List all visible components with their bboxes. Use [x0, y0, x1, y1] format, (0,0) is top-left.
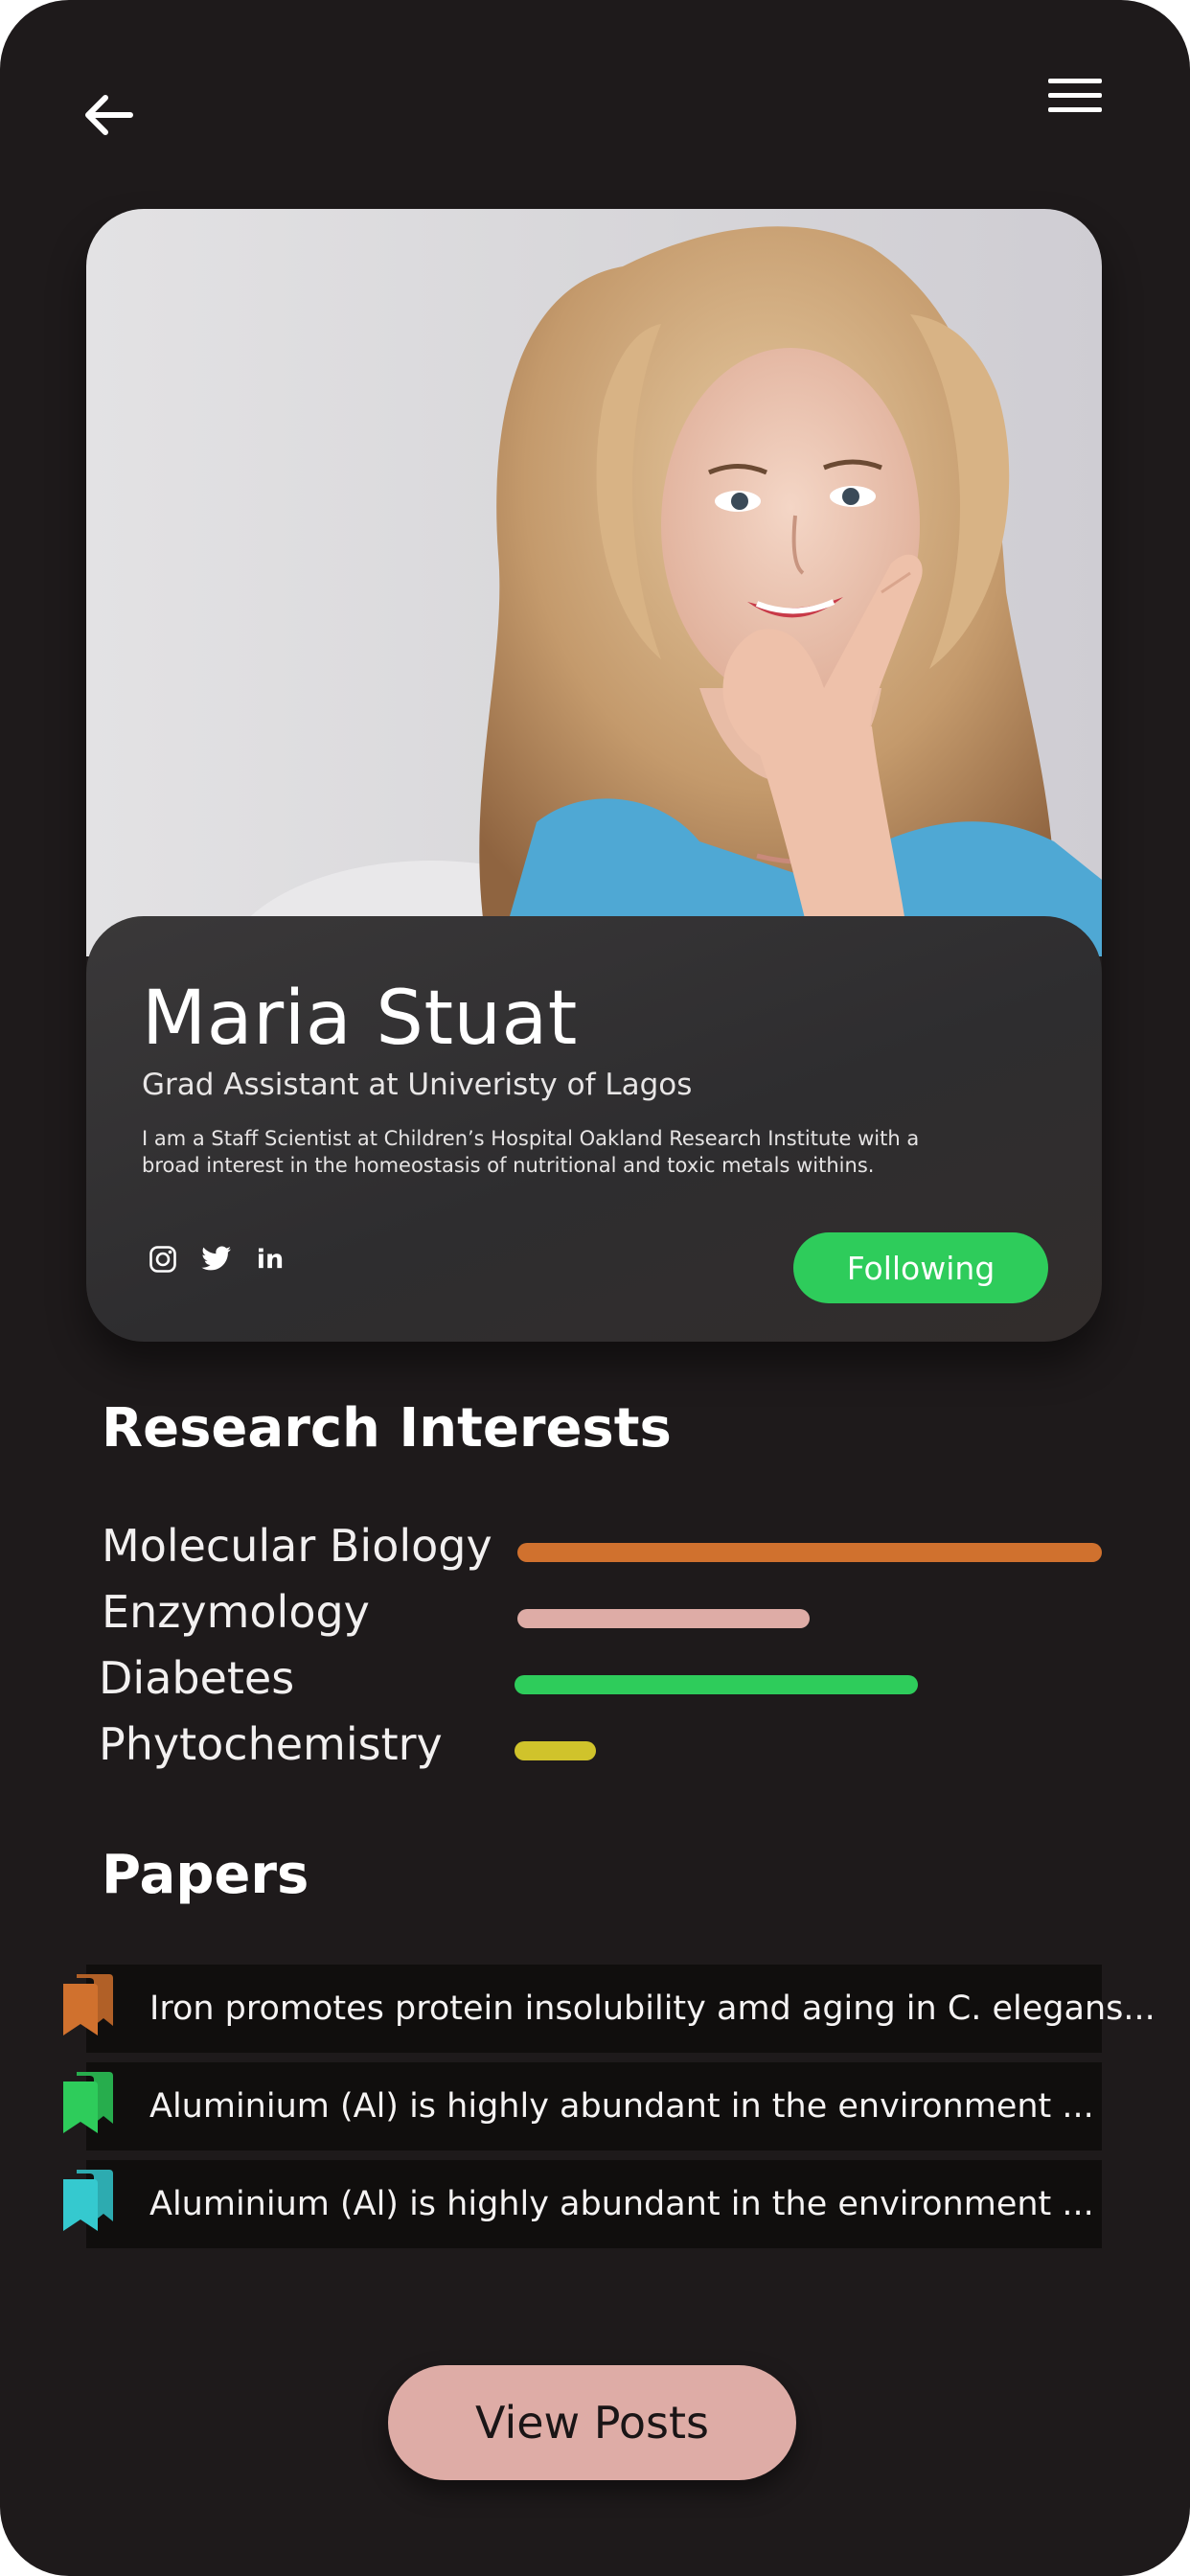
research-interests-title: Research Interests	[102, 1397, 672, 1460]
interest-item: Enzymology	[0, 1586, 1190, 1644]
hamburger-menu-icon	[1048, 79, 1102, 112]
instagram-icon	[149, 1246, 176, 1273]
interest-label: Molecular Biology	[102, 1520, 492, 1572]
paper-item[interactable]: Aluminium (Al) is highly abundant in the…	[63, 2160, 1102, 2248]
arrow-left-icon	[85, 95, 133, 135]
twitter-icon	[201, 1246, 231, 1271]
interest-item: Phytochemistry	[0, 1718, 1190, 1776]
interest-level-bar	[515, 1741, 596, 1760]
paper-item[interactable]: Aluminium (Al) is highly abundant in the…	[63, 2062, 1102, 2150]
interest-item: Diabetes	[0, 1652, 1190, 1710]
profile-screen: Maria Stuat Grad Assistant at Univeristy…	[0, 0, 1190, 2576]
profile-bio: I am a Staff Scientist at Children’s Hos…	[142, 1127, 920, 1177]
back-button[interactable]	[80, 84, 142, 146]
interest-label: Enzymology	[102, 1586, 370, 1638]
menu-button[interactable]	[1042, 73, 1108, 123]
bookmark-icon	[63, 2072, 113, 2133]
interest-level-bar	[517, 1543, 1102, 1562]
paper-title: Aluminium (Al) is highly abundant in the…	[149, 2185, 1094, 2223]
social-links: in	[146, 1240, 307, 1278]
interest-level-bar	[517, 1609, 810, 1628]
interest-label: Phytochemistry	[99, 1718, 443, 1770]
interest-level-bar	[515, 1675, 918, 1694]
paper-item[interactable]: Iron promotes protein insolubility amd a…	[63, 1965, 1156, 2053]
paper-title: Iron promotes protein insolubility amd a…	[149, 1990, 1156, 2028]
profile-role: Grad Assistant at Univeristy of Lagos	[142, 1068, 693, 1102]
following-button[interactable]: Following	[793, 1232, 1048, 1303]
interest-label: Diabetes	[99, 1652, 295, 1704]
profile-card: Maria Stuat Grad Assistant at Univeristy…	[86, 209, 1102, 1342]
instagram-link[interactable]	[146, 1242, 180, 1276]
view-posts-button[interactable]: View Posts	[388, 2365, 796, 2480]
bookmark-icon	[63, 2170, 113, 2231]
papers-title: Papers	[102, 1844, 309, 1906]
interest-item: Molecular Biology	[0, 1520, 1190, 1577]
bookmark-icon	[63, 1974, 113, 2036]
profile-info-panel: Maria Stuat Grad Assistant at Univeristy…	[86, 916, 1102, 1342]
profile-photo	[86, 209, 1102, 956]
twitter-link[interactable]	[199, 1242, 234, 1276]
linkedin-link[interactable]: in	[253, 1242, 287, 1276]
linkedin-icon: in	[256, 1244, 285, 1275]
paper-title: Aluminium (Al) is highly abundant in the…	[149, 2087, 1094, 2126]
profile-name: Maria Stuat	[142, 976, 578, 1062]
